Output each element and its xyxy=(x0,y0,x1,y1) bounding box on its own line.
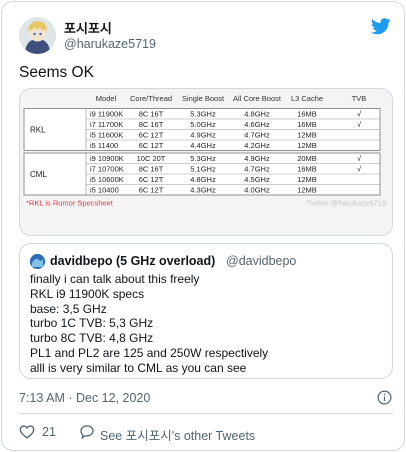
spec-table-cell: 5.3GHz xyxy=(190,154,216,163)
spec-table-cell: 4.8GHz xyxy=(244,110,270,119)
spec-table-cell: i9 10900K xyxy=(90,154,124,163)
spec-table-cell: 16MB xyxy=(297,120,317,129)
spec-group-label: CML xyxy=(30,170,47,179)
quoted-tweet-body: finally i can talk about this freely RKL… xyxy=(30,272,382,376)
spec-table-cell: i5 10600K xyxy=(90,175,124,184)
spec-table-cell: 4.5GHz xyxy=(244,175,270,184)
see-other-tweets-label: See 포시포시's other Tweets xyxy=(100,429,256,443)
spec-table-header: Model xyxy=(96,94,117,103)
spec-table-cell: 10C 20T xyxy=(137,154,166,163)
info-icon[interactable] xyxy=(377,390,392,405)
spec-table-cell: 8C 16T xyxy=(139,165,164,174)
spec-table-cell: 6C 12T xyxy=(139,186,164,195)
author-display-name[interactable]: 포시포시 xyxy=(64,21,156,36)
spec-table-cell: 5.1GHz xyxy=(190,165,216,174)
reply-bubble-icon xyxy=(80,425,94,439)
spec-table-cell: 4.9GHz xyxy=(244,154,270,163)
quoted-line: turbo 1C TVB: 5,3 GHz xyxy=(30,316,154,331)
spec-table-cell: 5.3GHz xyxy=(190,110,216,119)
spec-table-cell: 4.7GHz xyxy=(244,131,270,140)
spec-table-header: Single Boost xyxy=(182,94,225,103)
spec-table-cell: 4.0GHz xyxy=(244,186,270,195)
spec-table-cell: 4.2GHz xyxy=(244,141,270,150)
divider xyxy=(19,413,393,414)
heart-icon xyxy=(19,425,35,439)
spec-table-cell: i7 10700K xyxy=(90,165,124,174)
tweet-image-spec-table[interactable]: Model Core/Thread Single Boost All Core Boo… xyxy=(19,88,393,236)
spec-table-cell: 12MB xyxy=(297,141,317,150)
tweet-card: 포시포시 @harukaze5719 Seems OK Model Core/Th… xyxy=(1,1,405,451)
quoted-line: alll is very similar to CML as you can s… xyxy=(30,360,247,375)
quoted-author-handle: @davidbepo xyxy=(226,254,297,268)
spec-table-header: All Core Boost xyxy=(233,94,282,103)
spec-table-header: TVB xyxy=(352,94,367,103)
quoted-tweet[interactable]: davidbepo (5 GHz overload) @davidbepo fi… xyxy=(19,243,393,379)
spec-table-cell: 16MB xyxy=(297,165,317,174)
quoted-author-avatar xyxy=(30,254,45,269)
spec-table-header: L3 Cache xyxy=(291,94,323,103)
spec-table-cell: 12MB xyxy=(297,175,317,184)
quoted-line: PL1 and PL2 are 125 and 250W respectivel… xyxy=(30,345,269,360)
spec-table-cell: i5 11400 xyxy=(90,141,118,150)
spec-table-cell: 16MB xyxy=(297,110,317,119)
quoted-author-name: davidbepo (5 GHz overload) xyxy=(50,254,216,268)
spec-table-cell: 4.3GHz xyxy=(190,186,216,195)
spec-table-graphic: Model Core/Thread Single Boost All Core Boo… xyxy=(20,89,392,235)
tweet-timestamp[interactable]: 7:13 AM · Dec 12, 2020 xyxy=(19,391,150,405)
tweet-text: Seems OK xyxy=(19,64,94,81)
spec-table-cell: 6C 12T xyxy=(139,141,164,150)
spec-table-cell: 4.4GHz xyxy=(190,141,216,150)
spec-table-cell: 12MB xyxy=(297,186,317,195)
spec-table-cell: 8C 16T xyxy=(139,120,164,129)
author-avatar[interactable] xyxy=(19,17,56,54)
tweet-header: 포시포시 @harukaze5719 xyxy=(19,17,391,57)
spec-table-header: Core/Thread xyxy=(130,94,172,103)
spec-table-cell: 6C 12T xyxy=(139,131,164,140)
author-names: 포시포시 @harukaze5719 xyxy=(64,21,156,52)
spec-table-cell: 4.8GHz xyxy=(190,175,216,184)
tweet-actions: 21 See 포시포시's other Tweets xyxy=(19,422,393,443)
spec-table-cell: 4.9GHz xyxy=(190,131,216,140)
author-handle[interactable]: @harukaze5719 xyxy=(64,36,156,52)
spec-table-cell: i9 11900K xyxy=(90,110,123,119)
quoted-line: finally i can talk about this freely xyxy=(30,272,200,286)
spec-table-cell: i7 11700K xyxy=(90,120,123,129)
quoted-line: RKL i9 11900K specs xyxy=(30,286,145,301)
quoted-line: turbo 8C TVB: 4,8 GHz xyxy=(30,331,154,346)
spec-table-cell: 8C 16T xyxy=(139,110,164,119)
spec-table-cell: 5.0GHz xyxy=(190,120,216,129)
like-count: 21 xyxy=(42,425,56,439)
see-other-tweets-link[interactable]: See 포시포시's other Tweets xyxy=(79,422,279,443)
spec-watermark: Twitter @harukaze5719 xyxy=(307,199,386,208)
spec-table-cell: 12MB xyxy=(297,131,317,140)
spec-group-label: RKL xyxy=(30,126,46,135)
spec-table-cell: 6C 12T xyxy=(139,175,164,184)
spec-footnote: *RKL is Rumor Specsheet xyxy=(26,199,114,208)
spec-table-cell: 4.7GHz xyxy=(244,165,270,174)
spec-table-cell: 20MB xyxy=(297,154,317,163)
spec-table-cell: i5 11600K xyxy=(90,131,123,140)
twitter-bird-icon[interactable] xyxy=(371,18,391,35)
spec-table-cell: i5 10400 xyxy=(90,186,119,195)
spec-table-cell: 4.6GHz xyxy=(244,120,270,129)
quoted-line: base: 3,5 GHz xyxy=(30,301,107,316)
